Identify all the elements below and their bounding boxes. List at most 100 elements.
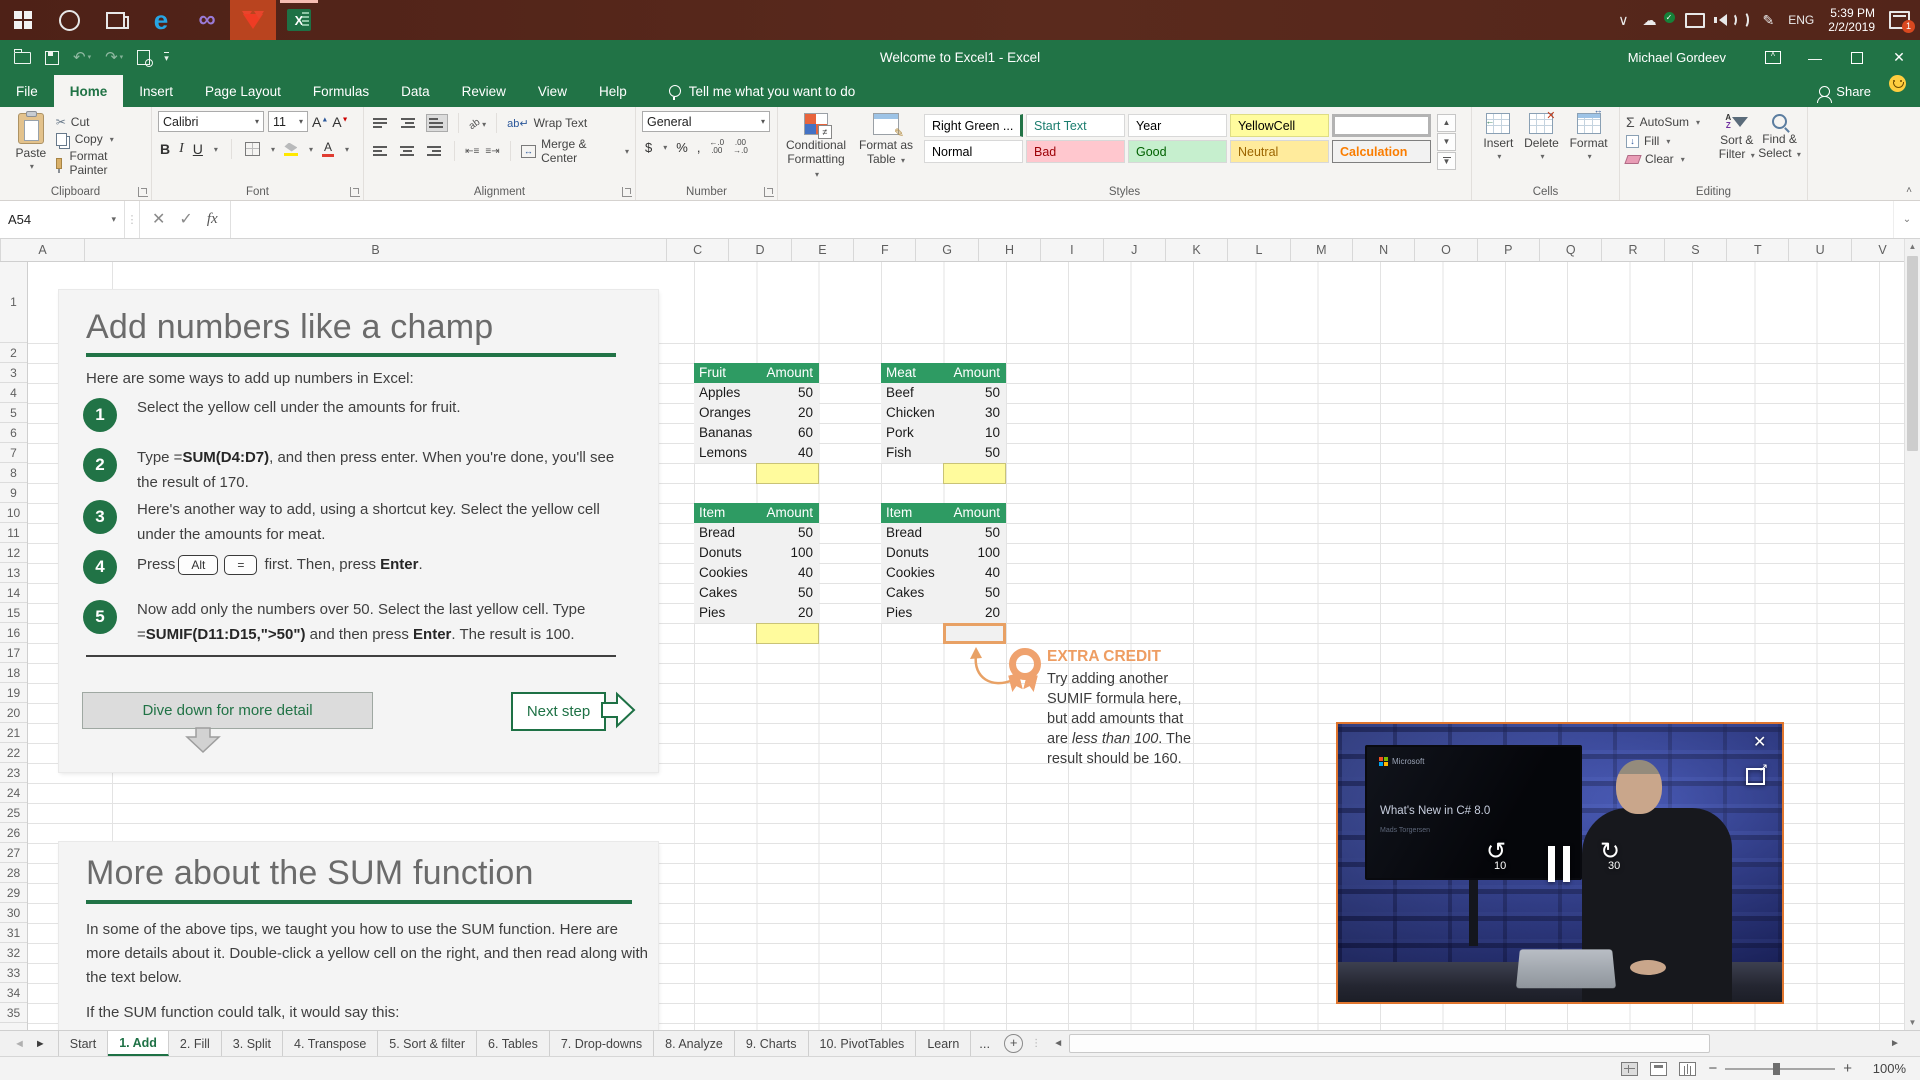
print-preview-button[interactable] <box>137 50 150 65</box>
select-all-corner[interactable] <box>0 238 1 261</box>
next-step-button[interactable]: Next step <box>511 692 606 731</box>
row-header-17[interactable]: 17 <box>0 643 27 663</box>
row-header-33[interactable]: 33 <box>0 963 27 983</box>
column-header-N[interactable]: N <box>1353 238 1415 261</box>
cell-style-right-green[interactable]: Right Green ... <box>924 114 1023 137</box>
column-header-D[interactable]: D <box>729 238 791 261</box>
cell-style-yellowcell[interactable]: YellowCell <box>1230 114 1329 137</box>
page-break-view-button[interactable] <box>1679 1062 1696 1076</box>
enter-formula-button[interactable]: ✓ <box>179 209 192 229</box>
cell-style-start-text[interactable]: Start Text <box>1026 114 1125 137</box>
align-right-button[interactable] <box>424 142 445 160</box>
number-format-combo[interactable]: General▾ <box>642 111 770 132</box>
row-header-4[interactable]: 4 <box>0 383 27 403</box>
column-header-M[interactable]: M <box>1291 238 1353 261</box>
row-header-24[interactable]: 24 <box>0 783 27 803</box>
scroll-down-arrow[interactable]: ▼ <box>1905 1014 1920 1030</box>
row-header-9[interactable]: 9 <box>0 483 27 503</box>
column-header-Q[interactable]: Q <box>1540 238 1602 261</box>
cell-style-bad[interactable]: Bad <box>1026 140 1125 163</box>
cell-style-blank[interactable] <box>1332 114 1431 137</box>
ribbon-tab-home[interactable]: Home <box>54 75 124 107</box>
network-icon[interactable] <box>1685 13 1705 28</box>
bottom-align-button[interactable] <box>426 114 448 132</box>
name-box[interactable]: A54▾ <box>0 200 125 238</box>
horizontal-scroll-thumb[interactable] <box>1069 1034 1710 1053</box>
row-header-7[interactable]: 7 <box>0 443 27 463</box>
row-header-25[interactable]: 25 <box>0 803 27 823</box>
percent-style-button[interactable]: % <box>676 140 688 155</box>
cut-button[interactable]: ✂Cut <box>56 115 145 129</box>
row-header-27[interactable]: 27 <box>0 843 27 863</box>
share-button[interactable]: Share <box>1819 75 1889 107</box>
row-header-11[interactable]: 11 <box>0 523 27 543</box>
format-as-table-button[interactable]: Format asTable ▾ <box>854 111 918 182</box>
column-header-E[interactable]: E <box>792 238 854 261</box>
redo-button[interactable]: ↷▾ <box>105 50 123 65</box>
decrease-indent-button[interactable]: ⇤≡ <box>465 146 479 157</box>
increase-indent-button[interactable]: ≡⇥ <box>485 146 499 157</box>
ribbon-tab-formulas[interactable]: Formulas <box>297 75 385 107</box>
row-header-31[interactable]: 31 <box>0 923 27 943</box>
row-header-2[interactable]: 2 <box>0 343 27 363</box>
font-size-combo[interactable]: 11▾ <box>268 111 308 132</box>
answer-cell-yellow[interactable] <box>756 623 819 644</box>
font-family-combo[interactable]: Calibri▾ <box>158 111 264 132</box>
maximize-button[interactable] <box>1836 40 1878 75</box>
increase-decimal-button[interactable]: ←.0.00 <box>709 139 724 155</box>
fill-button[interactable]: ↓Fill▾ <box>1626 134 1715 148</box>
formula-input[interactable] <box>231 200 1893 238</box>
zoom-out-button[interactable]: − <box>1708 1060 1717 1077</box>
row-header-6[interactable]: 6 <box>0 423 27 443</box>
row-header-28[interactable]: 28 <box>0 863 27 883</box>
copy-button[interactable]: Copy▾ <box>56 132 145 146</box>
video-player[interactable]: Microsoft What's New in C# 8.0 Mads Torg… <box>1336 722 1784 1004</box>
column-header-H[interactable]: H <box>979 238 1041 261</box>
sheet-tab-4-transpose[interactable]: 4. Transpose <box>283 1031 378 1056</box>
column-header-L[interactable]: L <box>1228 238 1290 261</box>
row-header-15[interactable]: 15 <box>0 603 27 623</box>
scroll-sheets-left[interactable]: ◄ <box>14 1038 25 1050</box>
align-left-button[interactable] <box>370 142 391 160</box>
accounting-format-button[interactable]: $ <box>645 140 652 155</box>
comma-style-button[interactable]: , <box>697 140 701 155</box>
sort-filter-button[interactable]: AZ Sort &Filter ▾ <box>1715 111 1758 182</box>
format-cells-button[interactable]: Format▾ <box>1570 111 1608 182</box>
font-color-button[interactable]: A <box>322 142 334 157</box>
scroll-right-arrow[interactable]: ► <box>1886 1038 1904 1049</box>
minimize-button[interactable]: — <box>1794 40 1836 75</box>
row-header-30[interactable]: 30 <box>0 903 27 923</box>
italic-button[interactable]: I <box>179 141 184 157</box>
column-header-T[interactable]: T <box>1727 238 1789 261</box>
align-center-button[interactable] <box>397 142 418 160</box>
row-header-32[interactable]: 32 <box>0 943 27 963</box>
borders-button[interactable] <box>245 142 260 156</box>
row-header-34[interactable]: 34 <box>0 983 27 1003</box>
sheet-tab-3-split[interactable]: 3. Split <box>222 1031 283 1056</box>
cortana-button[interactable] <box>46 0 92 40</box>
selected-answer-cell[interactable] <box>943 623 1006 644</box>
number-dialog-launcher[interactable] <box>764 187 774 197</box>
column-header-P[interactable]: P <box>1478 238 1540 261</box>
paste-button[interactable]: Paste▾ <box>6 111 56 182</box>
sheet-tab-1-add[interactable]: 1. Add <box>108 1031 169 1056</box>
dive-down-button[interactable]: Dive down for more detail <box>82 692 373 729</box>
insert-function-button[interactable]: fx <box>207 211 218 228</box>
cell-style-calculation[interactable]: Calculation <box>1332 140 1431 163</box>
undo-button[interactable]: ↶▾ <box>73 50 91 65</box>
normal-view-button[interactable] <box>1621 1062 1638 1076</box>
row-header-26[interactable]: 26 <box>0 823 27 843</box>
collapse-ribbon-button[interactable]: ˄ <box>1906 185 1912 196</box>
font-dialog-launcher[interactable] <box>350 187 360 197</box>
clear-button[interactable]: Clear▾ <box>1626 152 1715 166</box>
page-layout-view-button[interactable] <box>1650 1062 1667 1076</box>
tell-me-box[interactable]: Tell me what you want to do <box>669 75 856 107</box>
find-select-button[interactable]: Find &Select ▾ <box>1758 111 1801 182</box>
underline-button[interactable]: U <box>193 141 203 157</box>
cell-style-normal[interactable]: Normal <box>924 140 1023 163</box>
ribbon-tab-insert[interactable]: Insert <box>123 75 189 107</box>
row-header-21[interactable]: 21 <box>0 723 27 743</box>
sheet-tab-8-analyze[interactable]: 8. Analyze <box>654 1031 735 1056</box>
scroll-left-arrow[interactable]: ◄ <box>1049 1038 1067 1049</box>
column-header-J[interactable]: J <box>1104 238 1166 261</box>
